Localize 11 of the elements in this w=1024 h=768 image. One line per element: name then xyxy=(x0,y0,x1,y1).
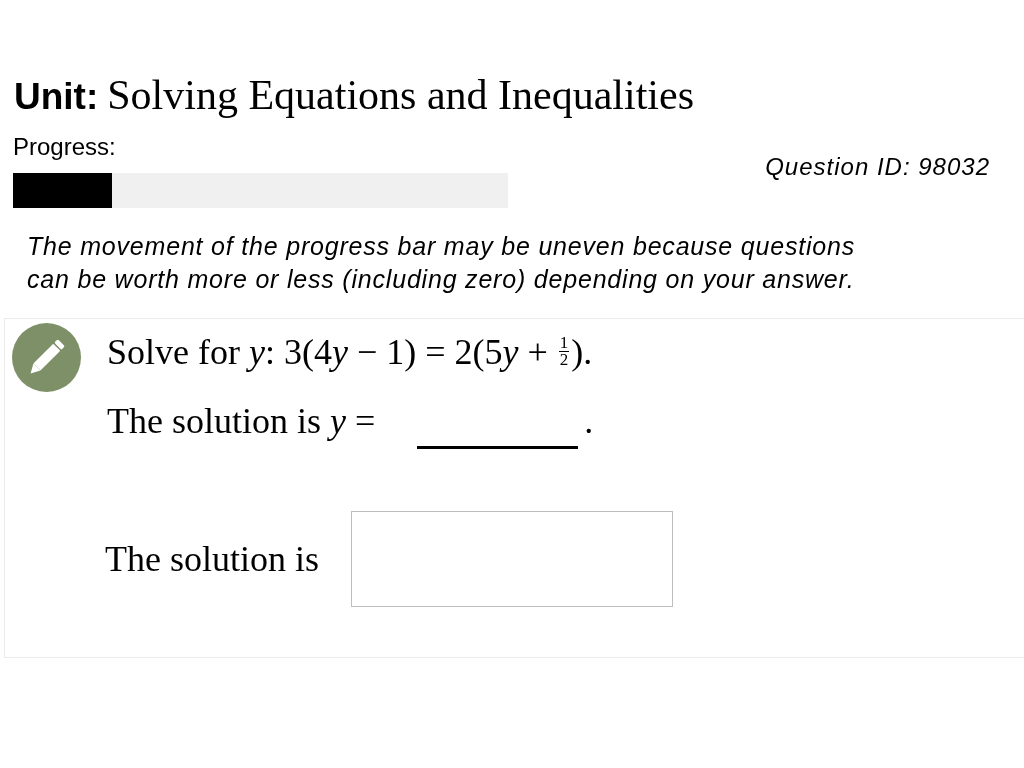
answer-prompt: The solution is y = xyxy=(107,400,376,443)
unit-title: Solving Equations and Inequalities xyxy=(107,72,694,118)
answer-box[interactable] xyxy=(351,511,673,607)
answer-label: The solution is xyxy=(105,538,319,581)
unit-label: Unit: xyxy=(14,75,99,119)
question-id: Question ID: 98032 xyxy=(765,153,990,181)
progress-label: Progress: xyxy=(13,132,116,162)
progress-note: The movement of the progress bar may be uneven because questions can be worth more or less (including zero) depending on your answer. xyxy=(27,231,857,295)
fill-in-line[interactable] xyxy=(417,446,579,449)
period-text: . xyxy=(584,400,594,443)
pencil-icon xyxy=(12,323,81,392)
